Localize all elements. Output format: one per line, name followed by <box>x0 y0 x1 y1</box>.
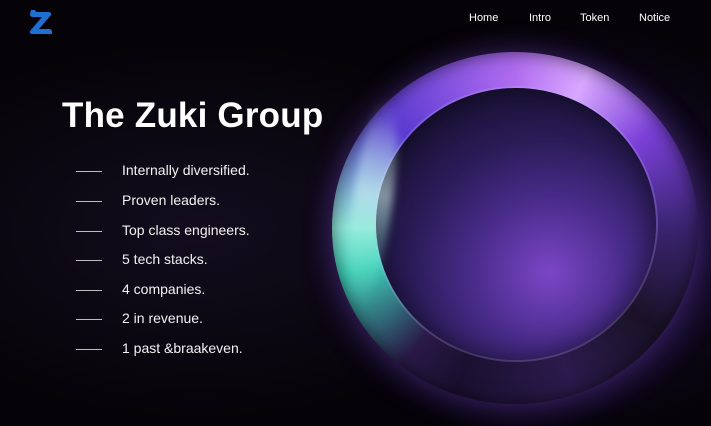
hero-section: Home Intro Token Notice The Zuki Group I… <box>0 0 711 426</box>
feature-text: 5 tech stacks. <box>122 251 208 267</box>
zuki-logo-icon[interactable] <box>27 7 55 37</box>
feature-text: 4 companies. <box>122 281 206 297</box>
dash-divider <box>76 319 102 320</box>
feature-item: Internally diversified. <box>0 162 320 180</box>
dash-divider <box>76 201 102 202</box>
feature-item: 2 in revenue. <box>0 310 320 328</box>
feature-text: Proven leaders. <box>122 192 221 208</box>
feature-item: 4 companies. <box>0 281 320 299</box>
feature-text: Top class engineers. <box>122 222 250 238</box>
feature-text: 1 past &braakeven. <box>122 340 243 356</box>
feature-item: 1 past &braakeven. <box>0 340 320 358</box>
feature-item: Proven leaders. <box>0 192 320 210</box>
hero-ring-inner <box>376 88 656 360</box>
feature-item: 5 tech stacks. <box>0 251 320 269</box>
dash-divider <box>76 290 102 291</box>
dash-divider <box>76 231 102 232</box>
feature-text: 2 in revenue. <box>122 310 203 326</box>
nav-intro[interactable]: Intro <box>529 12 551 24</box>
nav-notice[interactable]: Notice <box>639 12 670 24</box>
page-title: The Zuki Group <box>62 96 324 135</box>
feature-text: Internally diversified. <box>122 162 250 178</box>
nav-home[interactable]: Home <box>469 12 498 24</box>
dash-divider <box>76 171 102 172</box>
dash-divider <box>76 260 102 261</box>
dash-divider <box>76 349 102 350</box>
nav-token[interactable]: Token <box>580 12 609 24</box>
z-logo-icon <box>29 10 52 34</box>
feature-item: Top class engineers. <box>0 222 320 240</box>
